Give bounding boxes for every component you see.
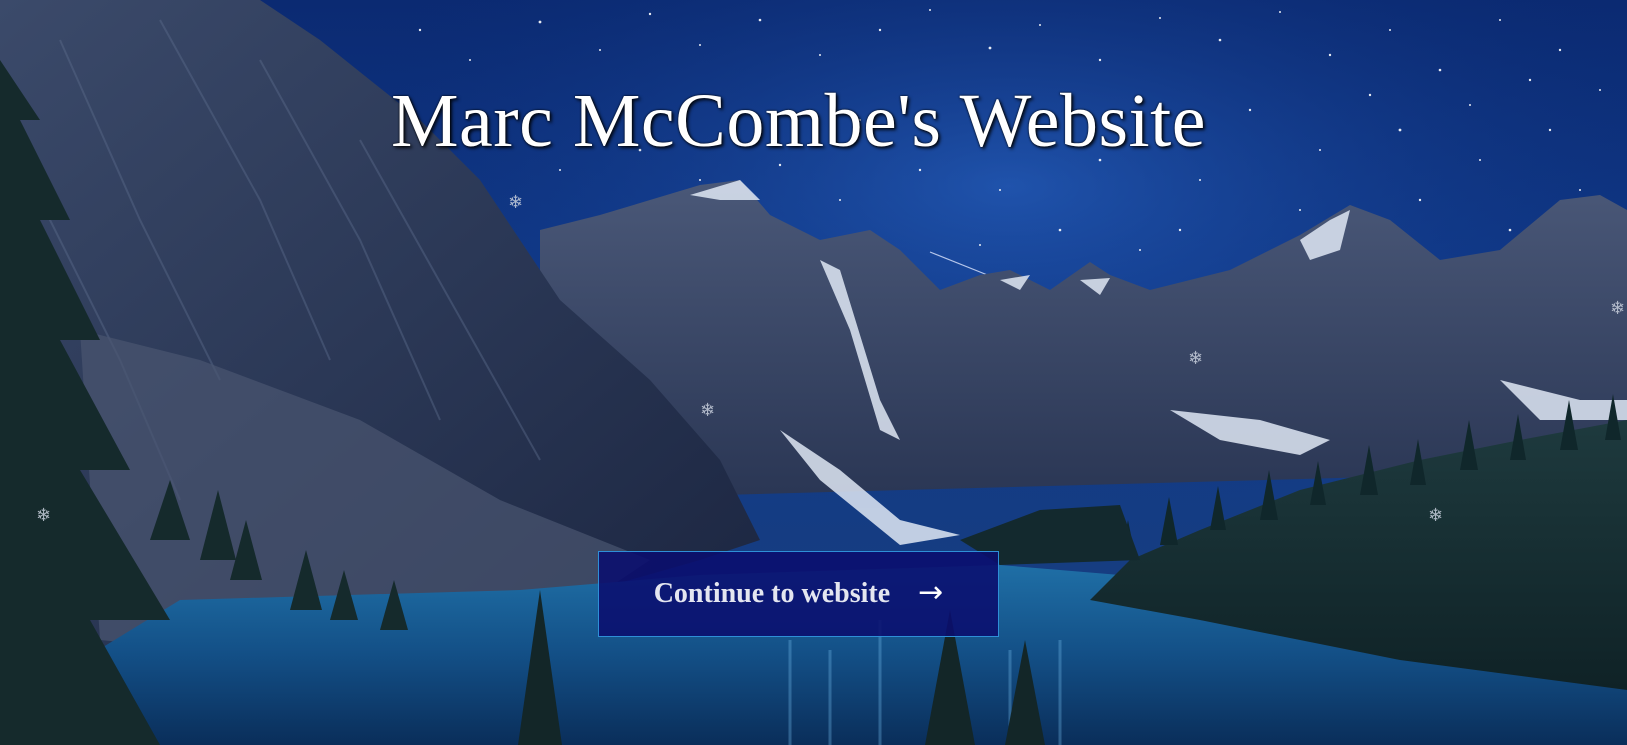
continue-button-label: Continue to website <box>653 578 891 609</box>
landing-scene: ❄ ❄ ❄ ❄ ❄ ❄ Marc McCombe's Website Conti… <box>0 0 1627 745</box>
snowflake-icon: ❄ <box>1188 348 1204 369</box>
snowflake-icon: ❄ <box>36 505 52 526</box>
continue-to-website-button[interactable]: Continue to website → <box>598 551 999 637</box>
arrow-right-icon: → <box>918 575 944 610</box>
snowflake-icon: ❄ <box>508 192 524 213</box>
snowflake-icon: ❄ <box>700 400 716 421</box>
snowflake-icon: ❄ <box>1428 505 1444 526</box>
snowflake-icon: ❄ <box>1610 298 1626 319</box>
page-title: Marc McCombe's Website <box>390 79 1206 163</box>
